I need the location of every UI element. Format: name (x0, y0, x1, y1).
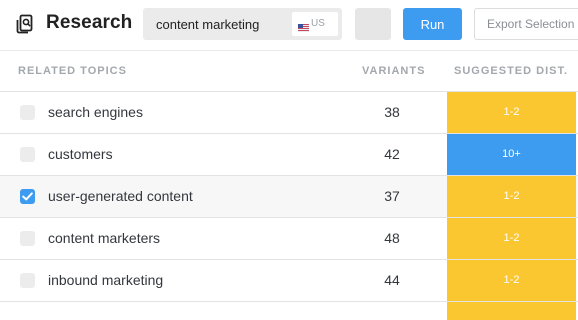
row-checkbox[interactable] (20, 147, 35, 162)
research-icon (16, 14, 36, 34)
export-selection-button[interactable]: Export Selection (474, 8, 578, 40)
table-row[interactable]: user-generated content 37 1-2 (0, 176, 578, 218)
table-row-partial (0, 302, 578, 320)
table-body: search engines 38 1-2 customers 42 10+ user-ge… (0, 92, 578, 302)
table-row[interactable]: content marketers 48 1-2 (0, 218, 578, 260)
row-checkbox[interactable] (20, 189, 35, 204)
header-variants[interactable]: VARIANTS (362, 51, 425, 92)
page-title: Research (46, 12, 133, 33)
table-row[interactable]: inbound marketing 44 1-2 (0, 260, 578, 302)
row-checkbox[interactable] (20, 231, 35, 246)
country-select[interactable]: US (292, 12, 338, 36)
topic-label: inbound marketing (48, 272, 164, 288)
dist-cell: 1-2 (447, 260, 576, 301)
search-box: US (143, 8, 342, 40)
header-suggested-dist[interactable]: SUGGESTED DIST. (454, 51, 568, 92)
table-header: RELATED TOPICS VARIANTS SUGGESTED DIST. (0, 50, 578, 92)
table-row[interactable]: customers 42 10+ (0, 134, 578, 176)
toolbar: Research US Run Export Selection (0, 0, 578, 50)
us-flag-icon (298, 18, 309, 33)
row-checkbox[interactable] (20, 105, 35, 120)
topic-label: customers (48, 146, 113, 162)
search-input[interactable] (143, 8, 291, 40)
dist-cell: 1-2 (447, 92, 576, 133)
header-related-topics[interactable]: RELATED TOPICS (18, 51, 127, 92)
dist-cell (447, 302, 576, 320)
variants-value: 42 (384, 146, 400, 162)
dist-cell: 10+ (447, 134, 576, 175)
dist-cell: 1-2 (447, 218, 576, 259)
variants-value: 38 (384, 104, 400, 120)
topic-label: content marketers (48, 230, 161, 246)
topic-label: user-generated content (48, 188, 193, 204)
dist-cell: 1-2 (447, 176, 576, 217)
run-button[interactable]: Run (403, 8, 462, 40)
topics-table: RELATED TOPICS VARIANTS SUGGESTED DIST. … (0, 50, 578, 320)
variants-value: 48 (384, 230, 400, 246)
variants-value: 44 (384, 272, 400, 288)
variants-value: 37 (384, 188, 400, 204)
country-label: US (311, 18, 325, 29)
checkmark-icon (22, 192, 33, 201)
table-row[interactable]: search engines 38 1-2 (0, 92, 578, 134)
topic-label: search engines (48, 104, 143, 120)
grey-button[interactable] (355, 8, 391, 40)
row-checkbox[interactable] (20, 273, 35, 288)
